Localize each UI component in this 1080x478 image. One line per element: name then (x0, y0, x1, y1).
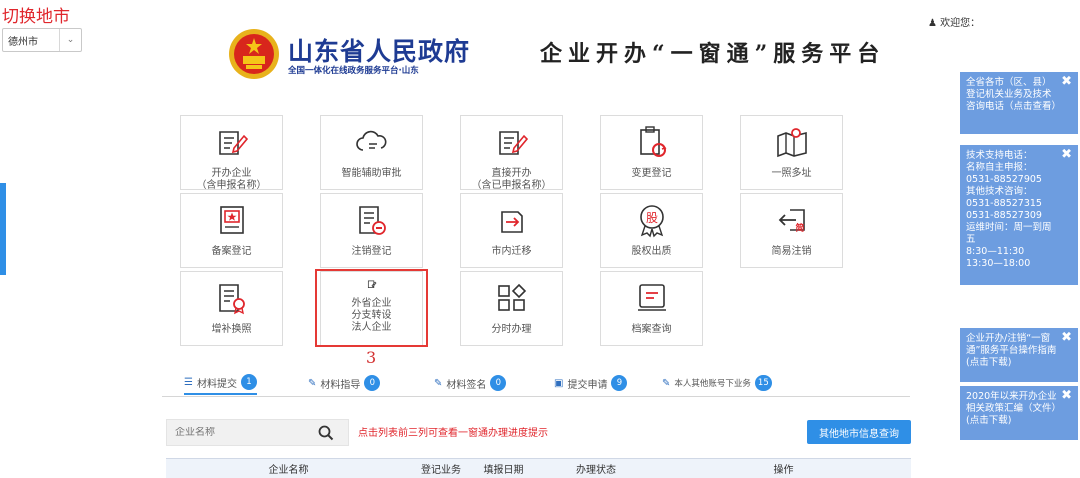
tab-count-badge: 9 (611, 375, 628, 391)
service-label: 开办企业 (211, 168, 252, 179)
search-icon[interactable] (317, 424, 335, 442)
tab-count-badge: 0 (490, 375, 507, 391)
svg-text:股: 股 (645, 211, 657, 225)
document-edit-icon (494, 124, 530, 164)
city-select-value: 德州市 (8, 36, 38, 48)
tab-other-account-business[interactable]: ✎ 本人其他账号下业务 15 (662, 371, 772, 395)
list-icon: ☰ (184, 376, 193, 388)
city-select[interactable]: 德州市 ⌄ (2, 28, 82, 52)
service-tile[interactable]: 简简易注销 (740, 193, 843, 268)
service-label: 分时办理 (491, 324, 532, 335)
certificate-star-icon (214, 202, 250, 242)
map-pin-icon (774, 124, 810, 164)
city-switch-title: 切换地市 (2, 7, 70, 27)
service-sublabel: （含申报名称） (196, 180, 267, 191)
service-label: 备案登记 (211, 246, 252, 257)
service-tile[interactable]: 增补换照 (180, 271, 283, 346)
gov-subtitle: 全国一体化在线政务服务平台·山东 (288, 66, 419, 76)
material-tabs: ☰ 材料提交 1 ✎ 材料指导 0 ✎ 材料签名 0 ▣ 提交申请 9 ✎ 本人… (162, 371, 910, 397)
gov-title: 山东省人民政府 (288, 37, 471, 66)
clipboard-refresh-icon (634, 124, 670, 164)
service-label: 档案查询 (631, 324, 672, 335)
transfer-icon (494, 202, 530, 242)
tab-submit-application[interactable]: ▣ 提交申请 9 (554, 371, 628, 395)
equity-seal-icon: 股 (634, 202, 670, 242)
service-label: 变更登记 (631, 168, 672, 179)
service-label: 一照多址 (771, 168, 812, 179)
svg-text:简: 简 (795, 222, 804, 234)
company-search-input[interactable] (167, 427, 317, 438)
notice-policy-compilation[interactable]: ✖ 2020年以来开办企业相关政策汇编（文件）(点击下载) (960, 386, 1078, 440)
service-tile[interactable]: 开办企业 （含申报名称） (180, 115, 283, 191)
notice-consult-phones[interactable]: ✖ 全省各市（区、县）登记机关业务及技术咨询电话（点击查看） (960, 72, 1078, 134)
tab-material-submit[interactable]: ☰ 材料提交 1 (184, 371, 257, 395)
tab-count-badge: 0 (364, 375, 381, 391)
service-label: 注销登记 (351, 246, 392, 257)
welcome-text: ♟ 欢迎您： (928, 18, 981, 29)
platform-title: 企业开办“一窗通”服务平台 (540, 41, 886, 67)
archive-icon (634, 280, 670, 320)
briefcase-icon: ▣ (554, 377, 564, 389)
notice-operation-guide[interactable]: ✖ 企业开办/注销“一窗通”服务平台操作指南(点击下载) (960, 328, 1078, 382)
user-icon: ♟ (928, 18, 937, 29)
grid-diamond-icon (494, 280, 530, 320)
notice-tech-support[interactable]: ✖ 技术支持电话： 名称自主申报： 0531-88527905 其他技术咨询： … (960, 145, 1078, 285)
tab-count-badge: 15 (754, 375, 772, 391)
service-tile[interactable]: 一照多址 (740, 115, 843, 190)
close-icon[interactable]: ✖ (1061, 331, 1072, 344)
service-label: 直接开办 (491, 168, 532, 179)
edit-icon: ✎ (662, 377, 671, 389)
service-sublabel: （含已申报名称） (471, 180, 552, 191)
service-label: 增补换照 (211, 324, 252, 335)
cloud-icon (354, 124, 390, 164)
service-tile[interactable]: 备案登记 (180, 193, 283, 268)
service-tile[interactable]: 档案查询 (600, 271, 703, 346)
service-label: 简易注销 (771, 246, 812, 257)
service-tile[interactable]: 智能辅助审批 (320, 115, 423, 190)
national-emblem-icon (228, 28, 280, 80)
service-tile[interactable]: 市内迁移 (460, 193, 563, 268)
tab-count-badge: 1 (240, 374, 257, 390)
document-minus-icon (354, 202, 390, 242)
company-search-box (166, 419, 349, 446)
service-tile[interactable]: 分时办理 (460, 271, 563, 346)
service-tile[interactable]: 变更登记 (600, 115, 703, 190)
annotation-number: 3 (366, 348, 377, 367)
close-icon[interactable]: ✖ (1061, 148, 1072, 161)
service-tile[interactable]: 注销登记 (320, 193, 423, 268)
tab-material-guide[interactable]: ✎ 材料指导 0 (308, 371, 381, 395)
other-city-query-button[interactable]: 其他地市信息查询 (807, 420, 911, 444)
service-label: 股权出质 (631, 246, 672, 257)
license-reissue-icon (214, 280, 250, 320)
edit-icon: ✎ (308, 377, 317, 389)
service-tile[interactable]: 股股权出质 (600, 193, 703, 268)
table-header: 企业名称 登记业务 填报日期 办理状态 操作 (166, 458, 911, 478)
edit-icon: ✎ (434, 377, 443, 389)
service-label: 智能辅助审批 (341, 168, 402, 179)
service-tile[interactable]: 直接开办 （含已申报名称） (460, 115, 563, 191)
highlight-box (315, 269, 428, 347)
chevron-down-icon: ⌄ (59, 29, 81, 51)
service-label: 市内迁移 (491, 246, 532, 257)
simple-cancel-icon: 简 (774, 202, 810, 242)
side-tab-handle[interactable] (0, 183, 6, 275)
close-icon[interactable]: ✖ (1061, 75, 1072, 88)
progress-tip: 点击列表前三列可查看一窗通办理进度提示 (358, 428, 548, 439)
tab-material-sign[interactable]: ✎ 材料签名 0 (434, 371, 507, 395)
document-edit-icon (214, 124, 250, 164)
close-icon[interactable]: ✖ (1061, 389, 1072, 402)
